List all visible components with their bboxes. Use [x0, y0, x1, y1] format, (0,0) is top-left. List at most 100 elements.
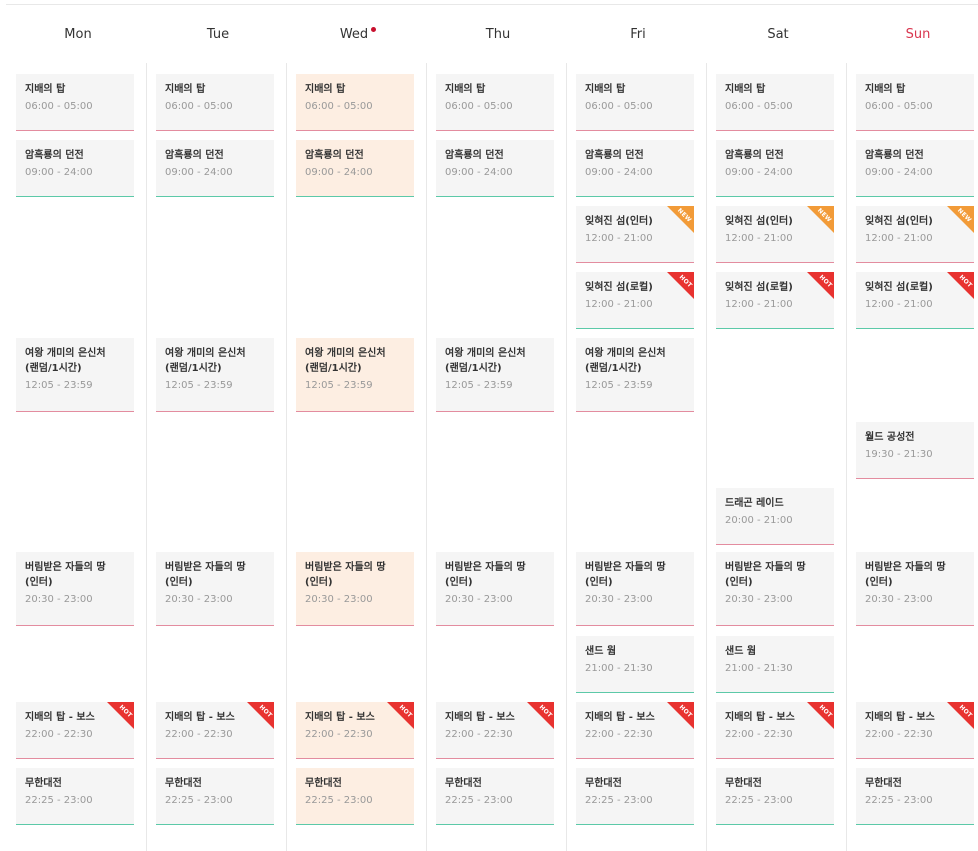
event-time: 22:00 - 22:30: [165, 729, 233, 740]
event-time: 22:00 - 22:30: [305, 729, 373, 740]
event-card[interactable]: 여왕 개미의 은신처 (랜덤/1시간) 12:05 - 23:59: [576, 338, 694, 412]
day-header-sat: Sat: [708, 5, 848, 63]
event-card[interactable]: 지배의 탑 06:00 - 05:00: [576, 74, 694, 131]
event-time: 20:00 - 21:00: [725, 515, 793, 526]
event-card[interactable]: 드래곤 레이드 20:00 - 21:00: [716, 488, 834, 545]
event-card[interactable]: 지배의 탑 - 보스 22:00 - 22:30 HOT: [576, 702, 694, 759]
event-title: 샌드 웜: [585, 646, 617, 657]
event-card[interactable]: 잊혀진 섬(로컬) 12:00 - 21:00 HOT: [856, 272, 974, 329]
event-time: 12:00 - 21:00: [585, 299, 653, 310]
event-card[interactable]: 버림받은 자들의 땅 (인터) 20:30 - 23:00: [716, 552, 834, 626]
event-card[interactable]: 여왕 개미의 은신처 (랜덤/1시간) 12:05 - 23:59: [156, 338, 274, 412]
event-card[interactable]: 잊혀진 섬(인터) 12:00 - 21:00 NEW: [576, 206, 694, 263]
event-time: 09:00 - 24:00: [305, 167, 373, 178]
event-title: 월드 공성전: [865, 432, 915, 443]
event-title: 무한대전: [305, 778, 342, 789]
column-divider: [566, 63, 567, 851]
event-time: 12:00 - 21:00: [865, 299, 933, 310]
event-time: 22:25 - 23:00: [305, 795, 373, 806]
event-card[interactable]: 여왕 개미의 은신처 (랜덤/1시간) 12:05 - 23:59: [436, 338, 554, 412]
event-title: 지배의 탑: [165, 84, 206, 95]
event-time: 12:00 - 21:00: [725, 299, 793, 310]
event-time: 22:25 - 23:00: [865, 795, 933, 806]
event-card[interactable]: 지배의 탑 - 보스 22:00 - 22:30 HOT: [156, 702, 274, 759]
event-card[interactable]: 잊혀진 섬(인터) 12:00 - 21:00 NEW: [856, 206, 974, 263]
event-card[interactable]: 암흑룡의 던전 09:00 - 24:00: [296, 140, 414, 197]
day-label: Tue: [206, 26, 230, 42]
event-card[interactable]: 지배의 탑 - 보스 22:00 - 22:30 HOT: [856, 702, 974, 759]
event-card[interactable]: 무한대전 22:25 - 23:00: [156, 768, 274, 825]
event-card[interactable]: 무한대전 22:25 - 23:00: [576, 768, 694, 825]
event-card[interactable]: 암흑룡의 던전 09:00 - 24:00: [156, 140, 274, 197]
event-card[interactable]: 버림받은 자들의 땅 (인터) 20:30 - 23:00: [856, 552, 974, 626]
event-card[interactable]: 암흑룡의 던전 09:00 - 24:00: [576, 140, 694, 197]
event-time: 09:00 - 24:00: [25, 167, 93, 178]
event-card[interactable]: 버림받은 자들의 땅 (인터) 20:30 - 23:00: [576, 552, 694, 626]
event-time: 22:25 - 23:00: [445, 795, 513, 806]
weekday-header: Mon Tue Wed Thu Fri Sat Sun: [0, 5, 978, 63]
event-time: 20:30 - 23:00: [725, 594, 793, 605]
event-time: 12:00 - 21:00: [865, 233, 933, 244]
day-header-wed: Wed: [288, 5, 428, 63]
event-card[interactable]: 무한대전 22:25 - 23:00: [716, 768, 834, 825]
event-time: 20:30 - 23:00: [305, 594, 373, 605]
event-time: 22:25 - 23:00: [585, 795, 653, 806]
event-card[interactable]: 암흑룡의 던전 09:00 - 24:00: [436, 140, 554, 197]
event-card[interactable]: 암흑룡의 던전 09:00 - 24:00: [716, 140, 834, 197]
event-card[interactable]: 월드 공성전 19:30 - 21:30: [856, 422, 974, 479]
event-time: 20:30 - 23:00: [445, 594, 513, 605]
event-time: 22:00 - 22:30: [585, 729, 653, 740]
day-header-sun: Sun: [848, 5, 978, 63]
event-card[interactable]: 잊혀진 섬(로컬) 12:00 - 21:00 HOT: [716, 272, 834, 329]
column-divider: [426, 63, 427, 851]
event-card[interactable]: 암흑룡의 던전 09:00 - 24:00: [856, 140, 974, 197]
event-card[interactable]: 지배의 탑 06:00 - 05:00: [156, 74, 274, 131]
event-card[interactable]: 지배의 탑 06:00 - 05:00: [296, 74, 414, 131]
event-title: 무한대전: [25, 778, 62, 789]
event-card[interactable]: 무한대전 22:25 - 23:00: [16, 768, 134, 825]
event-time: 21:00 - 21:30: [725, 663, 793, 674]
day-header-fri: Fri: [568, 5, 708, 63]
event-title: 버림받은 자들의 땅 (인터): [25, 562, 106, 588]
event-title: 버림받은 자들의 땅 (인터): [725, 562, 806, 588]
event-time: 12:00 - 21:00: [585, 233, 653, 244]
event-card[interactable]: 지배의 탑 - 보스 22:00 - 22:30 HOT: [16, 702, 134, 759]
event-card[interactable]: 샌드 웜 21:00 - 21:30: [576, 636, 694, 693]
event-card[interactable]: 무한대전 22:25 - 23:00: [296, 768, 414, 825]
event-card[interactable]: 버림받은 자들의 땅 (인터) 20:30 - 23:00: [16, 552, 134, 626]
event-card[interactable]: 버림받은 자들의 땅 (인터) 20:30 - 23:00: [296, 552, 414, 626]
event-card[interactable]: 잊혀진 섬(로컬) 12:00 - 21:00 HOT: [576, 272, 694, 329]
event-card[interactable]: 무한대전 22:25 - 23:00: [436, 768, 554, 825]
event-time: 19:30 - 21:30: [865, 449, 933, 460]
event-card[interactable]: 샌드 웜 21:00 - 21:30: [716, 636, 834, 693]
event-card[interactable]: 지배의 탑 - 보스 22:00 - 22:30 HOT: [716, 702, 834, 759]
event-card[interactable]: 암흑룡의 던전 09:00 - 24:00: [16, 140, 134, 197]
event-title: 여왕 개미의 은신처 (랜덤/1시간): [25, 348, 106, 374]
event-card[interactable]: 지배의 탑 06:00 - 05:00: [856, 74, 974, 131]
event-time: 06:00 - 05:00: [865, 101, 933, 112]
event-card[interactable]: 지배의 탑 - 보스 22:00 - 22:30 HOT: [296, 702, 414, 759]
event-time: 09:00 - 24:00: [865, 167, 933, 178]
event-card[interactable]: 여왕 개미의 은신처 (랜덤/1시간) 12:05 - 23:59: [296, 338, 414, 412]
event-time: 22:00 - 22:30: [725, 729, 793, 740]
event-card[interactable]: 지배의 탑 06:00 - 05:00: [16, 74, 134, 131]
event-card[interactable]: 지배의 탑 06:00 - 05:00: [436, 74, 554, 131]
day-label: Wed: [339, 26, 369, 42]
column-divider: [846, 63, 847, 851]
column-divider: [286, 63, 287, 851]
event-title: 암흑룡의 던전: [865, 150, 924, 161]
event-card[interactable]: 무한대전 22:25 - 23:00: [856, 768, 974, 825]
event-card[interactable]: 버림받은 자들의 땅 (인터) 20:30 - 23:00: [156, 552, 274, 626]
event-title: 무한대전: [165, 778, 202, 789]
event-title: 여왕 개미의 은신처 (랜덤/1시간): [445, 348, 526, 374]
event-time: 12:05 - 23:59: [445, 380, 513, 391]
event-card[interactable]: 지배의 탑 - 보스 22:00 - 22:30 HOT: [436, 702, 554, 759]
event-title: 암흑룡의 던전: [165, 150, 224, 161]
event-title: 드래곤 레이드: [725, 498, 784, 509]
event-time: 06:00 - 05:00: [725, 101, 793, 112]
event-card[interactable]: 잊혀진 섬(인터) 12:00 - 21:00 NEW: [716, 206, 834, 263]
event-card[interactable]: 버림받은 자들의 땅 (인터) 20:30 - 23:00: [436, 552, 554, 626]
day-header-tue: Tue: [148, 5, 288, 63]
event-card[interactable]: 여왕 개미의 은신처 (랜덤/1시간) 12:05 - 23:59: [16, 338, 134, 412]
event-card[interactable]: 지배의 탑 06:00 - 05:00: [716, 74, 834, 131]
